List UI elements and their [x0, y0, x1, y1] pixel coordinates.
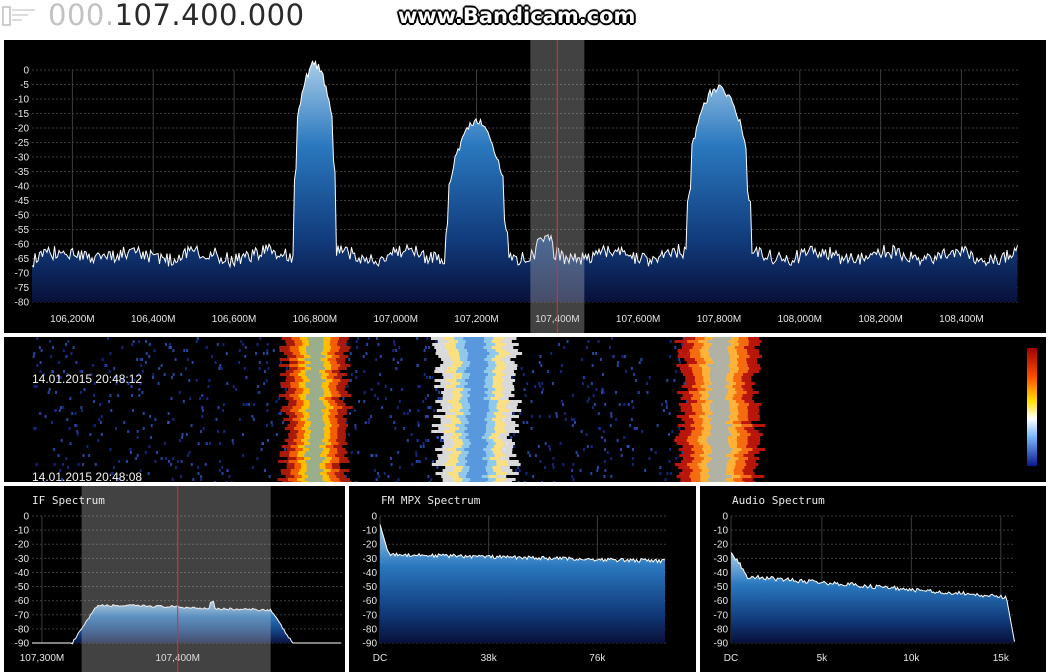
tuning-icon[interactable]	[2, 4, 36, 28]
x-tick-label: 38k	[481, 653, 498, 664]
if-spectrum-panel[interactable]: 107,300M107,400M0-10-20-30-40-50-60-70-8…	[4, 486, 345, 672]
top-bar: 000.107.400.000 www.Bandicam.com	[0, 0, 1048, 34]
y-tick-label: -40	[15, 568, 30, 579]
y-tick-label: -90	[714, 639, 729, 650]
y-tick-label: -80	[15, 298, 30, 309]
x-tick-label: 106,200M	[50, 314, 94, 325]
y-tick-label: -35	[15, 167, 30, 178]
y-tick-label: -75	[15, 283, 30, 294]
y-tick-label: -90	[363, 639, 378, 650]
x-tick-label: 106,800M	[293, 314, 337, 325]
x-tick-label: 15k	[993, 653, 1010, 664]
y-tick-label: -40	[363, 568, 378, 579]
y-tick-label: -60	[363, 596, 378, 607]
x-tick-label: 108,000M	[778, 314, 822, 325]
y-tick-label: -15	[15, 109, 30, 120]
x-tick-label: 106,600M	[212, 314, 256, 325]
mpx-spectrum-panel[interactable]: DC 38k 76k 0 -10 -20 -30 -40 -50 -60 -70 -80 -90 FM …	[349, 486, 696, 672]
waterfall-panel[interactable]: 14.01.2015 20:48:12 14.01.2015 20:48:08	[4, 337, 1046, 484]
x-tick-label: 108,400M	[939, 314, 983, 325]
x-tick-label: 10k	[903, 653, 920, 664]
y-tick-label: -20	[363, 540, 378, 551]
y-tick-label: -25	[15, 138, 30, 149]
y-tick-label: -20	[15, 124, 30, 135]
y-tick-label: -5	[20, 80, 29, 91]
y-tick-label: -90	[15, 639, 30, 650]
y-tick-label: -60	[15, 240, 30, 251]
y-tick-label: 0	[371, 512, 377, 523]
y-tick-label: -30	[714, 554, 729, 565]
x-tick-label: 108,200M	[858, 314, 902, 325]
y-tick-label: -80	[714, 624, 729, 635]
y-tick-label: -50	[714, 582, 729, 593]
y-tick-label: -40	[714, 568, 729, 579]
y-tick-label: -70	[363, 610, 378, 621]
y-tick-label: 0	[23, 512, 29, 523]
plot-canvas: DC 5k 10k 15k 0 -10 -20 -30 -40 -50 -60 -70 -80 -90	[714, 512, 1015, 664]
audio-spectrum-panel[interactable]: DC 5k 10k 15k 0 -10 -20 -30 -40 -50 -60 -70 -80 -90 A…	[700, 486, 1046, 672]
y-tick-label: -70	[15, 610, 30, 621]
y-tick-label: -70	[15, 269, 30, 280]
x-tick-label: 76k	[589, 653, 606, 664]
y-tick-label: -60	[714, 596, 729, 607]
y-tick-label: -45	[15, 196, 30, 207]
plot-canvas: 106,200M 106,400M 106,600M 106,800M 107,000M…	[15, 40, 1018, 333]
x-tick-label: DC	[373, 653, 387, 664]
y-tick-label: -55	[15, 225, 30, 236]
x-tick-label: 107,000M	[373, 314, 417, 325]
y-tick-label: -20	[714, 540, 729, 551]
y-tick-label: -80	[363, 624, 378, 635]
y-tick-label: -30	[15, 153, 30, 164]
y-tick-label: -30	[15, 554, 30, 565]
x-tick-label: 107,600M	[616, 314, 660, 325]
x-tick-label: 107,200M	[454, 314, 498, 325]
y-tick-label: -10	[15, 526, 30, 537]
if-bandwidth-highlight	[81, 486, 271, 672]
y-tick-label: -10	[363, 526, 378, 537]
frequency-display[interactable]: 000.107.400.000	[48, 0, 305, 32]
x-tick-label: 107,800M	[697, 314, 741, 325]
y-tick-label: -30	[363, 554, 378, 565]
y-tick-label: -60	[15, 596, 30, 607]
y-tick-label: -50	[15, 582, 30, 593]
y-tick-label: -65	[15, 254, 30, 265]
waterfall-bands	[32, 337, 766, 482]
y-tick-label: -80	[15, 624, 30, 635]
y-tick-label: 0	[23, 66, 29, 77]
plot-canvas: 107,300M107,400M0-10-20-30-40-50-60-70-8…	[15, 486, 342, 672]
frequency-leading-digits[interactable]: 000.	[48, 0, 115, 32]
plot-canvas: DC 38k 76k 0 -10 -20 -30 -40 -50 -60 -70 -80 -90	[363, 512, 666, 664]
x-tick-label: 107,300M	[20, 653, 64, 664]
y-tick-label: -70	[714, 610, 729, 621]
y-tick-label: -50	[15, 211, 30, 222]
x-tick-label: 5k	[817, 653, 829, 664]
x-tick-label: 106,400M	[131, 314, 175, 325]
if-spectrum-title: IF Spectrum	[32, 494, 105, 507]
recording-watermark: www.Bandicam.com	[398, 4, 636, 28]
x-tick-label: DC	[724, 653, 738, 664]
y-tick-label: -10	[714, 526, 729, 537]
frequency-digits[interactable]: 107.400.000	[115, 0, 305, 32]
y-tick-label: -40	[15, 182, 30, 193]
waterfall-canvas	[32, 337, 1037, 482]
waterfall-color-scale	[1027, 348, 1037, 466]
audio-spectrum-title: Audio Spectrum	[732, 494, 825, 507]
y-tick-label: -10	[15, 95, 30, 106]
y-tick-label: -50	[363, 582, 378, 593]
y-tick-label: 0	[722, 512, 728, 523]
mpx-spectrum-title: FM MPX Spectrum	[381, 494, 481, 507]
waterfall-timestamp-bottom: 14.01.2015 20:48:08	[32, 470, 143, 484]
y-tick-label: -20	[15, 540, 30, 551]
spectrum-panel[interactable]: 106,200M 106,400M 106,600M 106,800M 107,000M…	[4, 40, 1046, 333]
waterfall-timestamp-top: 14.01.2015 20:48:12	[32, 372, 143, 386]
